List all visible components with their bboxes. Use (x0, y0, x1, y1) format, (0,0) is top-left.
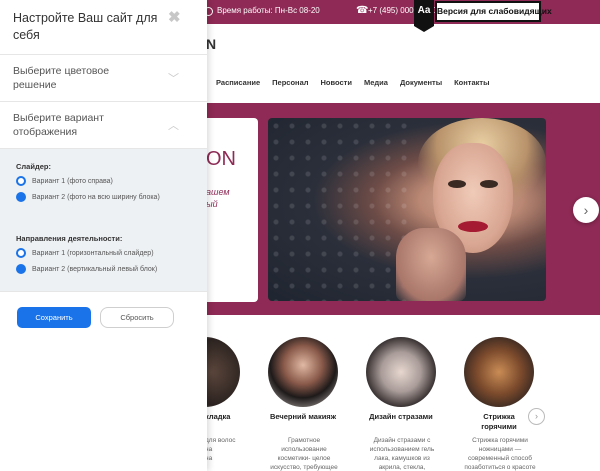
accordion-label: Выберите цветовое решение (13, 65, 110, 91)
save-button[interactable]: Сохранить (17, 307, 91, 328)
nav-item-documents[interactable]: Документы (400, 78, 442, 87)
nav-item-media[interactable]: Медиа (364, 78, 388, 87)
hero-eye-left (448, 180, 466, 188)
service-title[interactable]: кладка (205, 412, 245, 422)
phone-icon: ☎ (356, 5, 369, 16)
services-next-icon[interactable]: › (528, 408, 545, 425)
chevron-down-icon[interactable]: ﹀ (168, 70, 179, 86)
service-photo-hot-scissors[interactable] (464, 337, 534, 407)
accessibility-version-button[interactable]: Версия для слабовидящих (435, 1, 552, 22)
service-title[interactable]: Вечерний макияж (255, 412, 351, 422)
reset-button[interactable]: Сбросить (100, 307, 174, 328)
service-description: для волос на на (205, 437, 236, 462)
hero-eye-right (480, 180, 498, 188)
accordion-label: Выберите вариант отображения (13, 112, 104, 138)
direction-option-2-label[interactable]: Вариант 2 (вертикальный левый блок) (32, 266, 157, 273)
hero-pattern (268, 118, 408, 301)
accordion-display-variant[interactable]: Выберите вариант отображения ︿ (0, 101, 207, 148)
service-description: Грамотное использование косметики- целое… (270, 437, 338, 471)
slider-option-2-label[interactable]: Вариант 2 (фото на всю ширину блока) (32, 194, 160, 201)
service-title[interactable]: Дизайн стразами (353, 412, 449, 422)
panel-title: Настройте Ваш сайт для себя (13, 11, 158, 42)
working-hours: Время работы: Пн-Вс 08-20 (217, 6, 320, 15)
panel-header: Настройте Ваш сайт для себя ✖ (0, 0, 207, 54)
accordion-color-scheme[interactable]: Выберите цветовое решение ﹀ (0, 54, 207, 101)
slider-next-icon[interactable]: › (573, 197, 599, 223)
hero-title: ON (206, 148, 236, 170)
slider-option-2-radio[interactable] (16, 192, 26, 202)
hero-lips (458, 221, 488, 232)
chevron-up-icon[interactable]: ︿ (168, 117, 179, 133)
hero-photo (268, 118, 546, 301)
hero-hand (396, 228, 466, 301)
direction-option-1-label[interactable]: Вариант 1 (горизонтальный слайдер) (32, 250, 154, 257)
direction-option-1-radio[interactable] (16, 248, 26, 258)
hero-subtitle: ашем ый (206, 187, 230, 209)
direction-option-2-radio[interactable] (16, 264, 26, 274)
main-nav: Расписание Персонал Новости Медиа Докуме… (216, 78, 489, 87)
service-photo-rhinestones[interactable] (366, 337, 436, 407)
nav-item-staff[interactable]: Персонал (272, 78, 308, 87)
close-icon[interactable]: ✖ (168, 8, 181, 26)
accessibility-icon[interactable]: Aa (414, 0, 434, 32)
nav-item-news[interactable]: Новости (321, 78, 352, 87)
site-logo[interactable]: N (206, 36, 216, 52)
hero-text-card: ON ашем ый (198, 118, 258, 302)
display-options: Слайдер: Вариант 1 (фото справа) Вариант… (0, 148, 207, 292)
slider-option-1-radio[interactable] (16, 176, 26, 186)
slider-option-1-label[interactable]: Вариант 1 (фото справа) (32, 178, 113, 185)
slider-group-label: Слайдер: (16, 162, 51, 171)
service-photo-makeup[interactable] (268, 337, 338, 407)
service-description: Стрижка горячими ножницами — современный… (464, 437, 536, 471)
nav-item-schedule[interactable]: Расписание (216, 78, 260, 87)
nav-item-contacts[interactable]: Контакты (454, 78, 489, 87)
direction-group-label: Направления деятельности: (16, 234, 123, 243)
service-description: Дизайн стразами с использованием гель ла… (369, 437, 435, 471)
settings-panel: Настройте Ваш сайт для себя ✖ Выберите ц… (0, 0, 207, 471)
